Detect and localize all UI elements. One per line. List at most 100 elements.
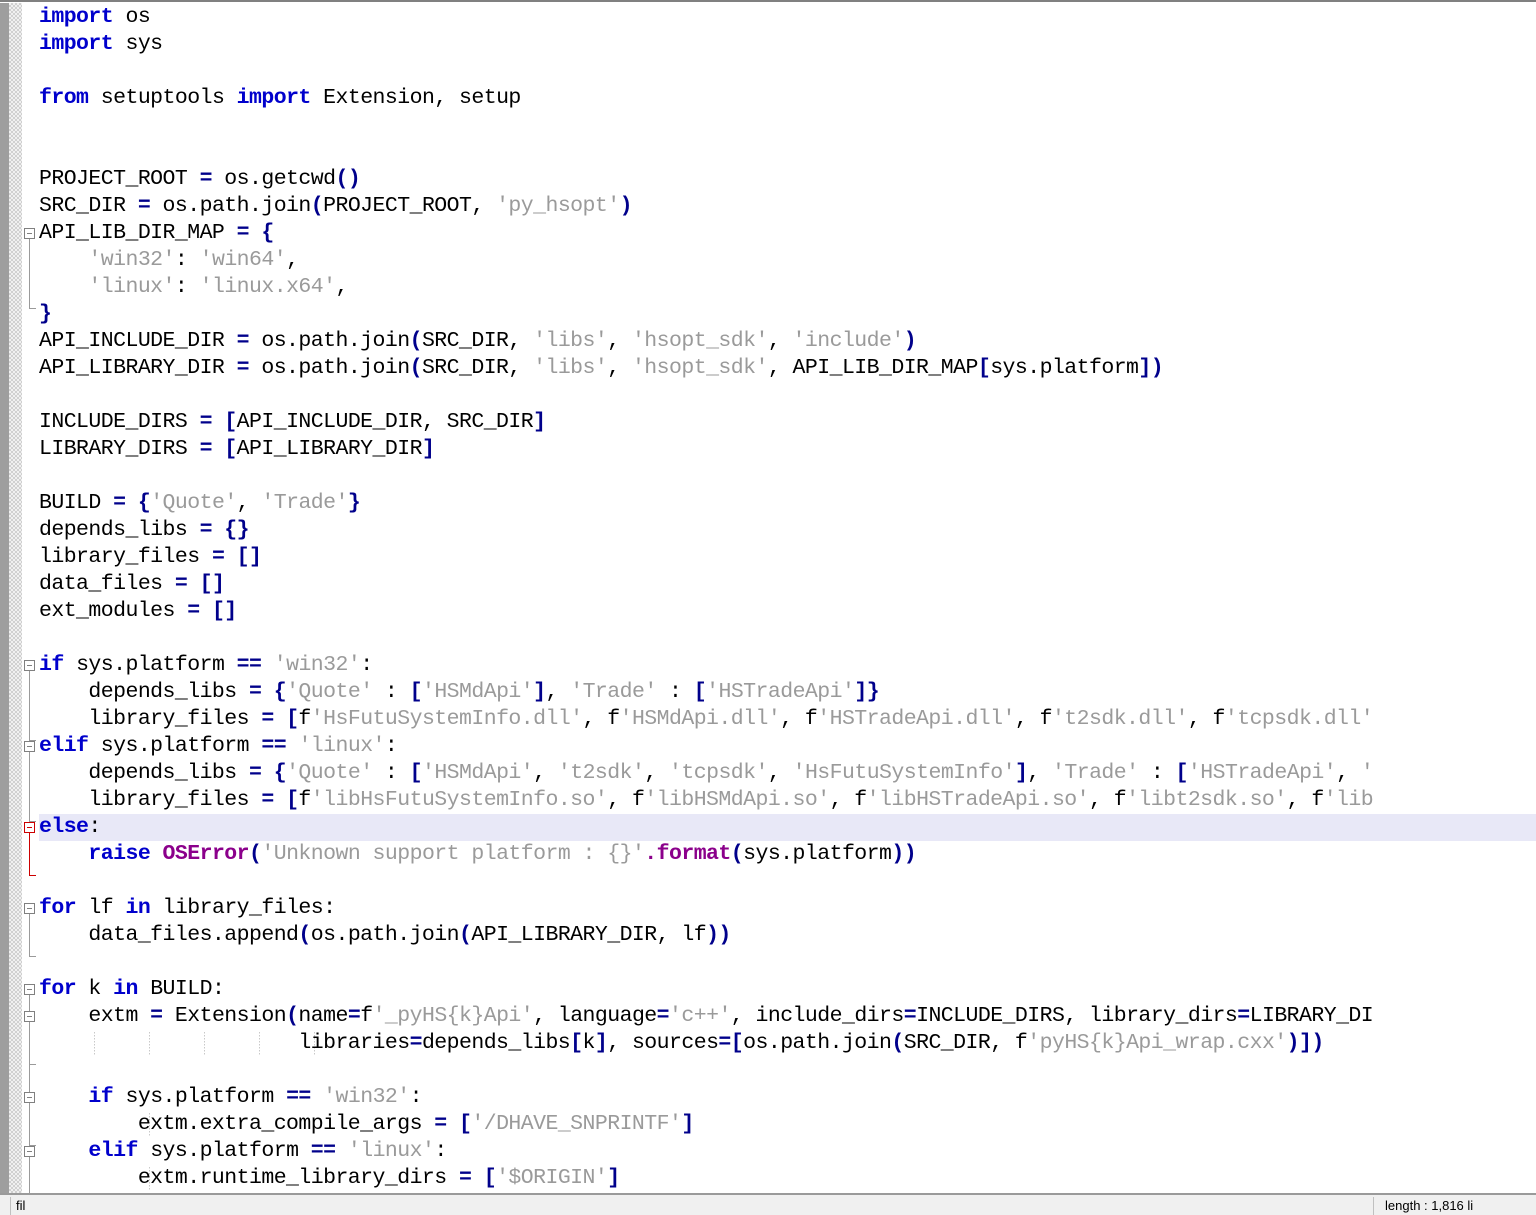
code-token-op: ==	[236, 653, 262, 677]
code-token-brk: []	[211, 599, 237, 623]
code-token-pln: library_files	[39, 788, 262, 812]
fold-range-line	[29, 833, 30, 875]
code-token-brk: ]	[1014, 761, 1028, 785]
code-token-pln: library_files:	[150, 896, 337, 920]
code-line[interactable]: import sys	[39, 31, 163, 58]
code-token-pln: API_INCLUDE_DIR, SRC_DIR	[236, 410, 534, 434]
code-line[interactable]: API_INCLUDE_DIR = os.path.join(SRC_DIR, …	[39, 328, 917, 355]
code-token-pln: :	[434, 1139, 447, 1163]
code-token-str: 'HSMdApi.dll'	[619, 707, 781, 731]
code-token-pln: sys.platform	[743, 842, 892, 866]
code-line[interactable]: for k in BUILD:	[39, 976, 225, 1003]
code-token-pln: f	[1014, 1031, 1028, 1055]
code-token-op: =	[199, 437, 213, 461]
code-token-pln: ext_modules	[39, 599, 188, 623]
code-token-str: 'linux'	[347, 1139, 435, 1163]
code-line[interactable]: depends_libs = {}	[39, 517, 250, 544]
code-token-str: 'Quote'	[150, 491, 237, 515]
code-line[interactable]: elif sys.platform == 'linux':	[39, 733, 398, 760]
code-token-pln: ,	[644, 761, 670, 785]
fold-collapse-icon[interactable]	[24, 741, 35, 752]
code-token-brk: {}	[224, 518, 250, 542]
code-token-str: 'win32'	[88, 248, 175, 272]
code-line[interactable]: from setuptools import Extension, setup	[39, 85, 521, 112]
editor-client-area[interactable]: import os import sys from setuptools impor…	[0, 3, 1536, 1193]
code-line[interactable]: import os	[39, 4, 151, 31]
code-token-pln: :	[174, 248, 200, 272]
code-line[interactable]: for lf in library_files:	[39, 895, 336, 922]
code-token-pln	[286, 734, 298, 758]
editor-bookmark-margin[interactable]	[9, 3, 22, 1193]
code-token-pln: sys	[113, 32, 163, 56]
code-line[interactable]: PROJECT_ROOT = os.getcwd()	[39, 166, 361, 193]
code-token-pln: depends_libs	[39, 680, 249, 704]
code-token-str: 'linux.x64'	[199, 275, 336, 299]
code-token-str: 'hsopt_sdk'	[631, 329, 768, 353]
code-token-brk: [	[570, 1031, 583, 1055]
code-line[interactable]: API_LIB_DIR_MAP = {	[39, 220, 274, 247]
code-token-str: 't2sdk'	[557, 761, 645, 785]
code-line[interactable]: library_files = [f'HsFutuSystemInfo.dll'…	[39, 706, 1373, 733]
fold-collapse-icon[interactable]	[24, 903, 35, 914]
code-token-str: 'libs'	[533, 329, 608, 353]
code-line[interactable]: SRC_DIR = os.path.join(PROJECT_ROOT, 'py…	[39, 193, 633, 220]
code-line[interactable]: 'linux': 'linux.x64',	[39, 274, 348, 301]
code-token-brk: ))	[706, 923, 731, 947]
code-token-pln: API_LIBRARY_DIR, lf	[471, 923, 707, 947]
code-line[interactable]: library_files = []	[39, 544, 262, 571]
code-token-brk: (	[891, 1031, 904, 1055]
code-token-str: 'Quote'	[286, 680, 373, 704]
code-token-kw: import	[39, 5, 114, 29]
code-line[interactable]: extm = Extension(name=f'_pyHS{k}Api', la…	[39, 1003, 1373, 1030]
code-line[interactable]: raise OSError('Unknown support platform …	[39, 841, 916, 868]
code-line[interactable]: libraries=depends_libs[k], sources=[os.p…	[39, 1030, 1324, 1057]
code-line[interactable]: INCLUDE_DIRS = [API_INCLUDE_DIR, SRC_DIR…	[39, 409, 546, 436]
code-line[interactable]: }	[39, 301, 52, 328]
code-token-brk: ]}	[854, 680, 880, 704]
code-token-pln: , f	[829, 788, 868, 812]
code-line[interactable]: else:	[39, 814, 101, 841]
code-token-pln: , API_LIB_DIR_MAP	[767, 356, 979, 380]
fold-collapse-icon[interactable]	[24, 1092, 35, 1103]
code-token-pln	[249, 221, 261, 245]
code-token-pln: setuptools	[88, 86, 237, 110]
code-token-pln: , f	[1286, 788, 1325, 812]
code-line[interactable]: data_files.append(os.path.join(API_LIBRA…	[39, 922, 731, 949]
code-line[interactable]: depends_libs = {'Quote' : ['HSMdApi', 't…	[39, 760, 1373, 787]
fold-collapse-icon[interactable]	[24, 228, 35, 239]
code-line[interactable]: extm.extra_compile_args = ['/DHAVE_SNPRI…	[39, 1111, 694, 1138]
code-line[interactable]: BUILD = {'Quote', 'Trade'}	[39, 490, 361, 517]
fold-collapse-icon[interactable]	[24, 1011, 35, 1022]
code-token-op: =	[199, 167, 213, 191]
fold-collapse-icon[interactable]	[24, 1146, 35, 1157]
code-token-kw: import	[236, 86, 312, 110]
code-line[interactable]: data_files = []	[39, 571, 225, 598]
code-text-surface[interactable]: import os import sys from setuptools impor…	[39, 3, 1536, 1193]
code-token-pln: SRC_DIR,	[421, 329, 534, 353]
code-token-pln: extm.runtime_library_dirs	[39, 1166, 459, 1190]
code-token-str: 'linux'	[298, 734, 385, 758]
code-line[interactable]: if sys.platform == 'win32':	[39, 652, 373, 679]
code-line[interactable]: ext_modules = []	[39, 598, 237, 625]
fold-collapse-icon[interactable]	[24, 822, 35, 833]
code-line[interactable]: API_LIBRARY_DIR = os.path.join(SRC_DIR, …	[39, 355, 1164, 382]
fold-range-end-tick	[29, 1064, 36, 1065]
fold-collapse-icon[interactable]	[24, 984, 35, 995]
code-token-fn: .format	[644, 842, 731, 866]
fold-collapse-icon[interactable]	[24, 660, 35, 671]
code-token-op: =	[261, 788, 274, 812]
code-line[interactable]: 'win32': 'win64',	[39, 247, 299, 274]
code-line[interactable]: LIBRARY_DIRS = [API_LIBRARY_DIR]	[39, 436, 435, 463]
code-line[interactable]: if sys.platform == 'win32':	[39, 1084, 422, 1111]
code-token-pln: ,	[767, 761, 793, 785]
code-token-brk: (	[459, 923, 472, 947]
editor-fold-margin[interactable]	[22, 3, 39, 1193]
code-line[interactable]: extm.runtime_library_dirs = ['$ORIGIN']	[39, 1165, 620, 1192]
code-token-brk: []	[236, 545, 262, 569]
code-line[interactable]: library_files = [f'libHsFutuSystemInfo.s…	[39, 787, 1373, 814]
code-line[interactable]: depends_libs = {'Quote' : ['HSMdApi'], '…	[39, 679, 879, 706]
code-token-brk: (	[409, 329, 423, 353]
code-token-op: =	[261, 707, 274, 731]
code-token-str: 'tcpsdk.dll'	[1224, 707, 1374, 731]
code-line[interactable]: elif sys.platform == 'linux':	[39, 1138, 447, 1165]
